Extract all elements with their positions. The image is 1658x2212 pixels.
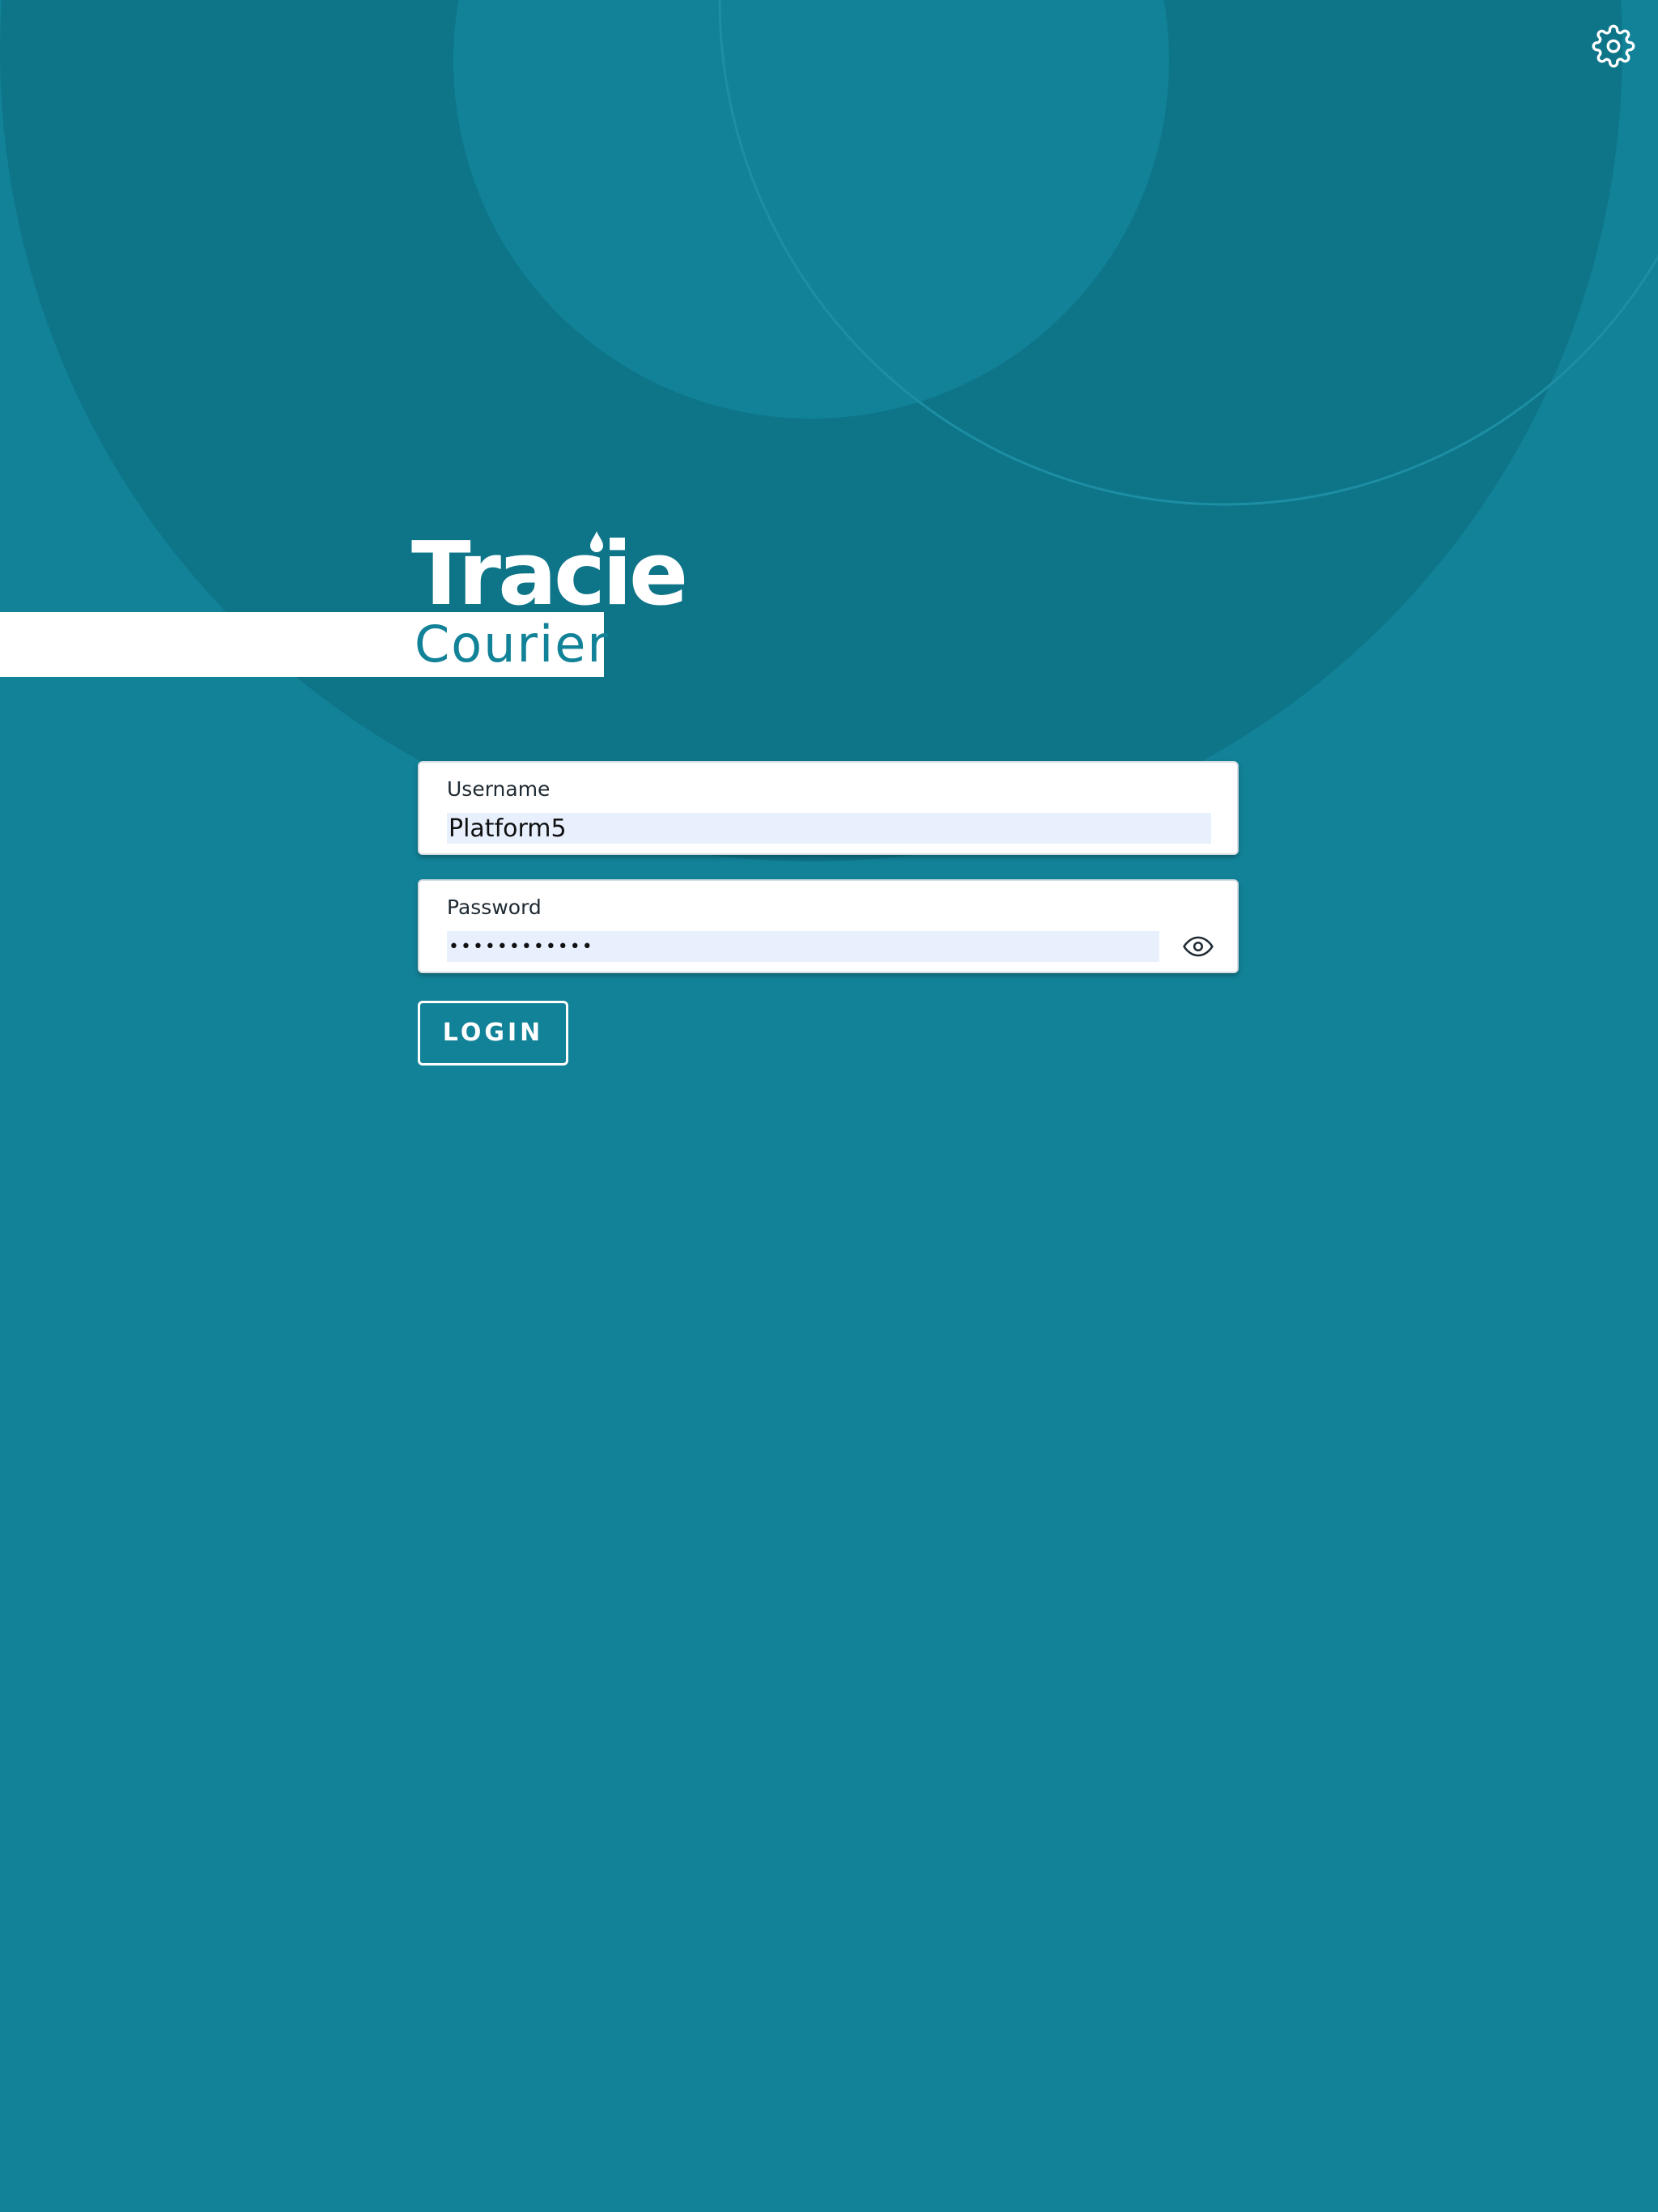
password-field: Password: [418, 879, 1239, 973]
settings-button[interactable]: [1592, 24, 1635, 68]
app-logo: Tracie Courier: [0, 526, 688, 680]
background-decoration: [0, 0, 1658, 861]
toggle-password-visibility-button[interactable]: [1182, 931, 1214, 962]
username-label: Username: [447, 777, 551, 801]
logo-subtitle: Courier: [414, 615, 610, 674]
login-button[interactable]: LOGIN: [418, 1001, 568, 1066]
password-input[interactable]: [447, 931, 1159, 962]
drop-icon: [589, 531, 605, 554]
gear-icon: [1592, 24, 1635, 68]
password-label: Password: [447, 895, 542, 919]
username-input[interactable]: [447, 813, 1211, 844]
logo-title: Tracie: [411, 524, 688, 625]
eye-icon: [1182, 931, 1214, 962]
username-field: Username: [418, 761, 1239, 855]
